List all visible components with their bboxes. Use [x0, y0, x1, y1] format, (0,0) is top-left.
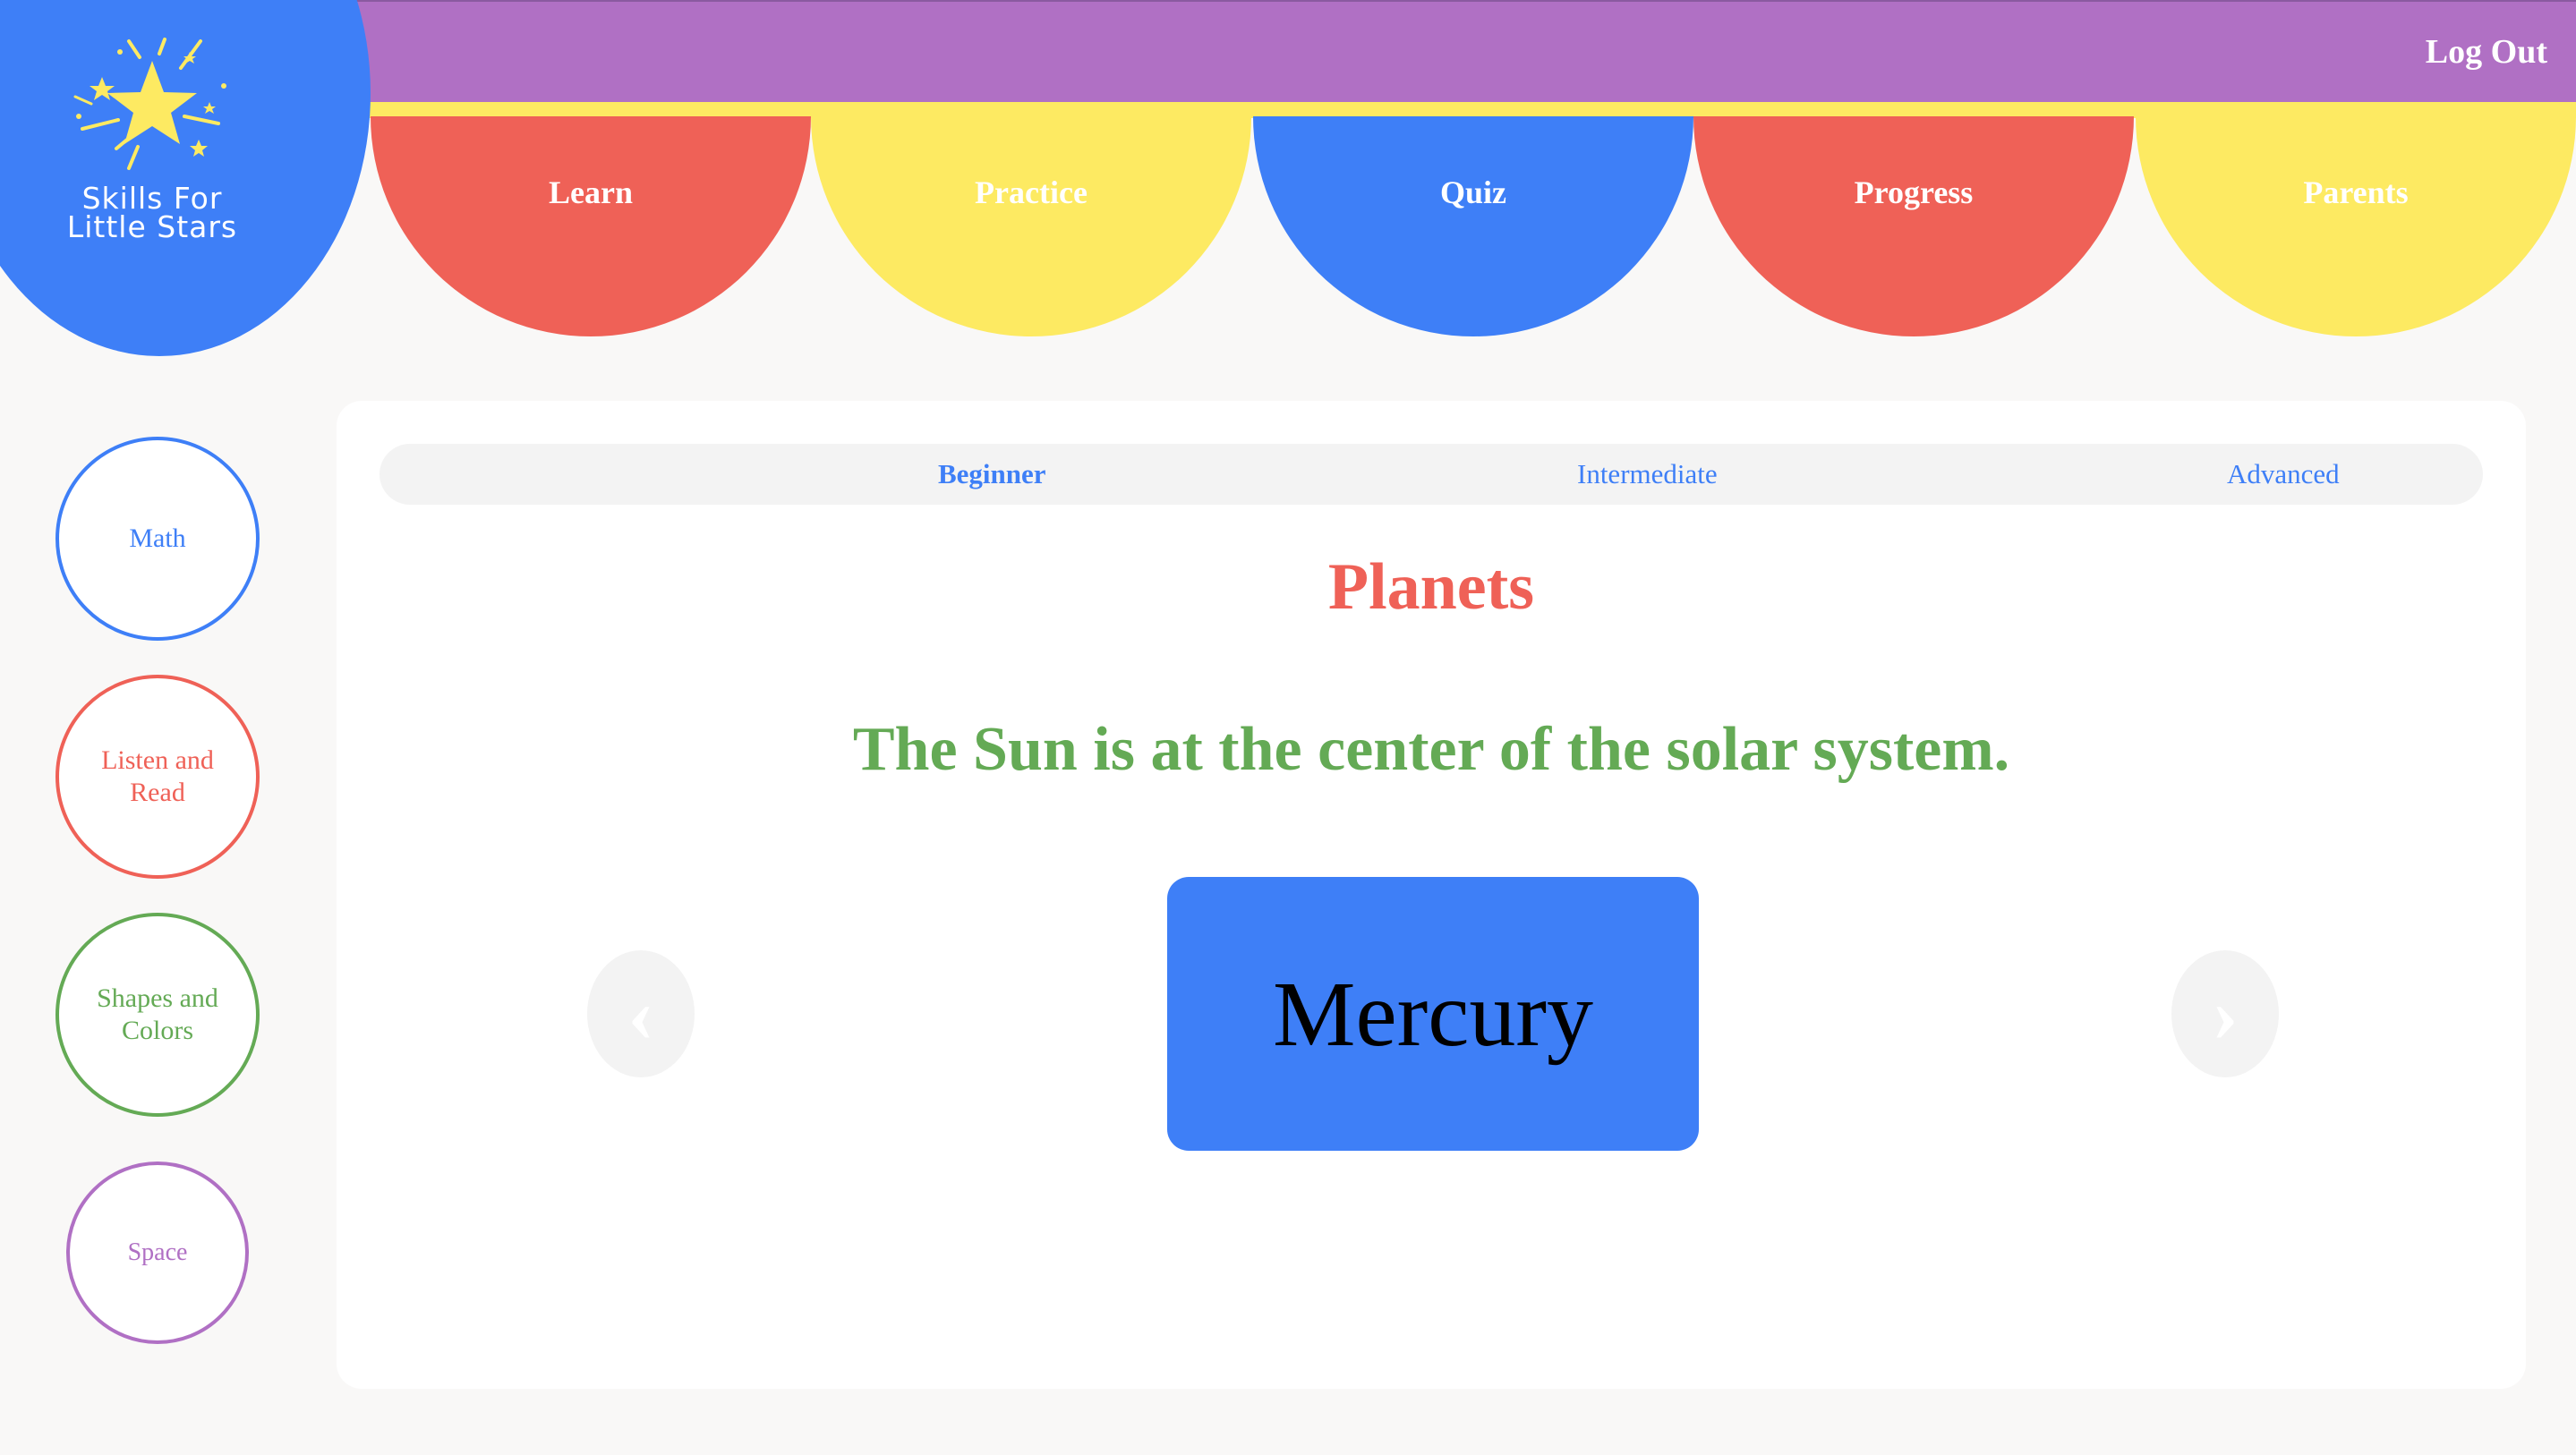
fact-text: The Sun is at the center of the solar sy… [852, 715, 2010, 784]
sidebar-item-math[interactable]: Math [55, 437, 260, 641]
logo-line: Little Stars [66, 209, 238, 244]
next-button[interactable]: › [2171, 950, 2279, 1077]
chevron-right-icon: › [2212, 969, 2239, 1059]
sidebar-item-label: Shapes and Colors [97, 983, 218, 1045]
sidebar-item-label: Space [127, 1238, 188, 1266]
nav-tab-label: Practice [975, 174, 1088, 210]
top-bar [0, 0, 2576, 102]
sidebar-item-listen-and-read[interactable]: Listen and Read [55, 675, 260, 879]
logo[interactable]: Skills For Little Stars [0, 0, 371, 356]
logout-button[interactable]: Log Out [2426, 32, 2547, 72]
flashcard-label: Mercury [1272, 962, 1594, 1066]
nav-tab-practice[interactable]: Practice [811, 116, 1251, 336]
star-burst-icon [73, 38, 226, 170]
prev-button[interactable]: ‹ [587, 950, 695, 1077]
level-tab-label: Beginner [938, 458, 1046, 489]
nav-tab-learn[interactable]: Learn [371, 116, 811, 336]
nav-tab-progress[interactable]: Progress [1693, 116, 2134, 336]
level-tab-label: Intermediate [1577, 458, 1718, 489]
nav-tab-label: Parents [2303, 174, 2409, 210]
topic-title: Planets [1327, 550, 1535, 624]
level-tabs: Beginner Intermediate Advanced [380, 444, 2483, 505]
sidebar-item-label: Listen and Read [101, 745, 214, 807]
lesson-card: Beginner Intermediate Advanced Planets T… [337, 401, 2526, 1389]
nav-tab-label: Progress [1854, 174, 1974, 210]
nav-tab-quiz[interactable]: Quiz [1253, 116, 1693, 336]
sidebar-item-space[interactable]: Space [66, 1161, 249, 1344]
logo-text: Skills For Little Stars [36, 183, 269, 244]
nav-tab-label: Learn [549, 174, 633, 210]
flashcard[interactable]: Mercury [1167, 877, 1699, 1151]
sidebar-item-label: Math [129, 523, 186, 553]
level-tab-label: Advanced [2227, 458, 2340, 489]
chevron-left-icon: ‹ [627, 969, 654, 1059]
sidebar-item-shapes-and-colors[interactable]: Shapes and Colors [55, 913, 260, 1117]
nav-tab-label: Quiz [1439, 174, 1506, 210]
nav-tab-parents[interactable]: Parents [2136, 116, 2576, 336]
